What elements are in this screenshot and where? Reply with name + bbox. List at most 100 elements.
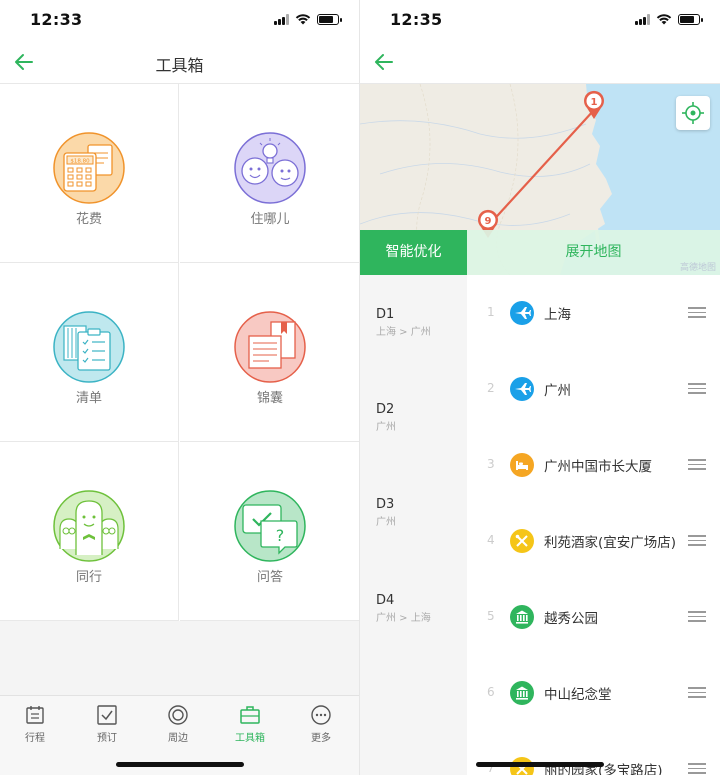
tool-label: 问答 (256, 570, 283, 585)
schedule-item[interactable]: 3 广州中国市长大厦 (467, 427, 720, 503)
item-index: 1 (487, 305, 495, 319)
tool-label: 住哪儿 (250, 212, 290, 227)
map-marker-start[interactable]: 1 (582, 89, 606, 121)
signal-icon (635, 13, 650, 25)
item-name: 上海 (544, 307, 571, 323)
tool-qa[interactable]: ? 问答 (180, 442, 359, 621)
schedule-item[interactable]: 1 上海 (467, 275, 720, 351)
tab-label: 工具箱 (235, 733, 265, 744)
drag-handle-icon[interactable] (688, 383, 706, 395)
item-name: 利苑酒家(宜安广场店) (544, 535, 677, 551)
item-index: 2 (487, 381, 495, 395)
travel-companions-icon (53, 490, 125, 562)
tool-companions[interactable]: 同行 (0, 442, 179, 621)
item-index: 6 (487, 685, 495, 699)
tool-label: 锦囊 (256, 391, 283, 406)
item-index: 3 (487, 457, 495, 471)
drag-handle-icon[interactable] (688, 535, 706, 547)
item-name: 广州 (544, 383, 571, 399)
tool-where-to-stay[interactable]: 住哪儿 (180, 84, 359, 263)
where-to-stay-icon (234, 132, 306, 204)
tool-checklist[interactable]: 清单 (0, 263, 179, 442)
day-label: D3 (376, 497, 395, 512)
attraction-icon (510, 681, 534, 705)
status-bar: 12:33 (0, 0, 359, 40)
tab-itinerary[interactable]: 行程 (0, 704, 71, 744)
day-route: 广州 (376, 422, 396, 433)
day-item[interactable]: D4 广州 > 上海 (376, 593, 431, 624)
schedule-item[interactable]: 7 丽的园家(多宝路店) (467, 731, 720, 775)
day-route: 广州 > 上海 (376, 613, 431, 624)
toolbox-icon (240, 706, 260, 724)
item-index: 4 (487, 533, 495, 547)
drag-handle-icon[interactable] (688, 459, 706, 471)
tool-label: 花费 (75, 212, 102, 227)
wifi-icon (295, 14, 311, 25)
day-label: D2 (376, 402, 395, 417)
schedule-item[interactable]: 6 中山纪念堂 (467, 655, 720, 731)
day-item[interactable]: D3 广州 (376, 497, 396, 528)
drag-handle-icon[interactable] (688, 687, 706, 699)
smart-optimize-button[interactable]: 智能优化 (360, 230, 467, 275)
item-name: 广州中国市长大厦 (544, 459, 652, 475)
wifi-icon (656, 14, 672, 25)
tab-nearby[interactable]: 周边 (142, 704, 214, 744)
svg-text:9: 9 (485, 216, 492, 227)
checklist-icon (53, 311, 125, 383)
map-watermark: 高德地图 (679, 263, 716, 273)
nearby-icon (168, 705, 188, 725)
tab-more[interactable]: 更多 (285, 704, 357, 744)
tab-label: 行程 (25, 733, 45, 744)
tool-tips[interactable]: 锦囊 (180, 263, 359, 442)
tips-pouch-icon (234, 311, 306, 383)
nav-bar: 工具箱 (0, 40, 359, 84)
restaurant-icon (510, 529, 534, 553)
battery-icon (317, 13, 342, 25)
locate-crosshair-icon (682, 102, 704, 124)
expense-calculator-icon: $18.80 (53, 132, 125, 204)
qa-icon: ? (234, 490, 306, 562)
tool-grid: $18.80 花费 住哪儿 清单 锦囊 同行 ? 问答 (0, 84, 359, 621)
attraction-icon (510, 605, 534, 629)
home-indicator (476, 762, 604, 767)
back-arrow-icon[interactable] (372, 50, 396, 74)
tab-booking[interactable]: 预订 (71, 704, 143, 744)
locate-button[interactable] (676, 96, 710, 130)
drag-handle-icon[interactable] (688, 307, 706, 319)
home-indicator (115, 762, 244, 767)
item-name: 中山纪念堂 (544, 687, 612, 703)
tool-expense[interactable]: $18.80 花费 (0, 84, 179, 263)
schedule-item[interactable]: 2 广州 (467, 351, 720, 427)
drag-handle-icon[interactable] (688, 763, 706, 775)
day-label: D1 (376, 307, 395, 322)
schedule-item[interactable]: 5 越秀公园 (467, 579, 720, 655)
item-index: 5 (487, 609, 495, 623)
day-route: 上海 > 广州 (376, 327, 431, 338)
day-label: D4 (376, 593, 395, 608)
status-bar: 12:35 (360, 0, 720, 40)
more-icon (311, 705, 331, 725)
nav-bar: 城市 日程 (360, 40, 720, 116)
bottom-tab-bar: 行程 预订 周边 工具箱 更多 (0, 695, 359, 775)
schedule-list: 1 上海 2 广州 3 广州中国市长大厦 4 利苑酒家(宜安广场店) 5 越秀公… (467, 275, 720, 775)
svg-text:1: 1 (591, 97, 598, 108)
day-route: 广州 (376, 517, 396, 528)
day-item[interactable]: D1 上海 > 广州 (376, 307, 431, 338)
schedule-screen: 12:35 城市 日程 (360, 0, 720, 775)
airplane-icon (510, 301, 534, 325)
toolbox-screen: 12:33 工具箱 $18.80 花费 住哪儿 清单 锦囊 同行 ? 问答 行程… (0, 0, 360, 775)
booking-icon (97, 705, 117, 725)
hotel-bed-icon (510, 453, 534, 477)
schedule-item[interactable]: 4 利苑酒家(宜安广场店) (467, 503, 720, 579)
tool-label: 同行 (75, 570, 102, 585)
item-name: 越秀公园 (544, 611, 598, 627)
drag-handle-icon[interactable] (688, 611, 706, 623)
tab-toolbox[interactable]: 工具箱 (214, 704, 286, 744)
status-time: 12:33 (30, 10, 83, 29)
day-item[interactable]: D2 广州 (376, 402, 396, 433)
page-title: 工具箱 (155, 56, 204, 75)
tab-label: 预订 (97, 733, 117, 744)
tab-label: 更多 (311, 733, 331, 744)
signal-icon (274, 13, 289, 25)
status-time: 12:35 (390, 10, 443, 29)
